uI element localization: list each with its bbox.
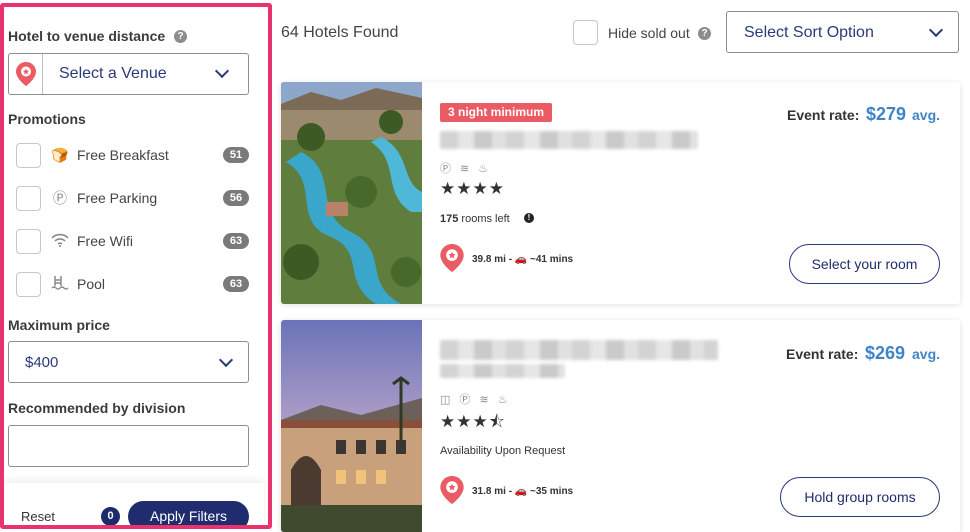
promo-row-pool[interactable]: Pool 63 (16, 271, 249, 297)
hotel-name-redacted[interactable] (440, 131, 698, 149)
hotel-name-redacted[interactable] (440, 340, 718, 360)
rate-price: $269 (865, 343, 906, 363)
amenity-icons: ◫ Ⓟ ≋ ♨ (440, 394, 511, 406)
wifi-checkbox[interactable] (16, 228, 41, 254)
location-pin-icon (15, 62, 36, 86)
hide-sold-out-checkbox[interactable] (573, 20, 598, 45)
chevron-down-icon (214, 63, 230, 79)
location-pin-icon (440, 476, 464, 504)
rate-label: Event rate: (787, 107, 860, 123)
promo-label: Free Wifi (77, 233, 133, 249)
results-count: 64 Hotels Found (281, 24, 399, 41)
help-icon[interactable]: ? (174, 30, 187, 43)
rooms-left: 175 rooms left (440, 213, 510, 225)
rooms-left-suffix: rooms left (461, 213, 510, 225)
hotel-card: ◫ Ⓟ ≋ ♨ ★★★⯪ Availability Upon Request 3… (281, 320, 960, 532)
select-room-button[interactable]: Select your room (789, 244, 940, 284)
wifi-icon (50, 233, 70, 250)
breakfast-checkbox[interactable] (16, 142, 41, 168)
distance-text: 39.8 mi - 🚗 ~41 mins (472, 254, 574, 265)
promo-row-breakfast[interactable]: 🍞 Free Breakfast 51 (16, 142, 249, 168)
venue-pin-box (9, 54, 43, 94)
chevron-down-icon (218, 352, 234, 368)
minimum-stay-badge: 3 night minimum (440, 103, 552, 122)
active-filter-count: 0 (101, 507, 120, 525)
hotel-photo[interactable] (281, 82, 422, 304)
info-icon[interactable]: ! (524, 213, 534, 223)
rate-price: $279 (866, 104, 907, 124)
hotel-card: 3 night minimum Ⓟ ≋ ♨ ★★★★ 175 rooms lef… (281, 82, 960, 304)
star-rating: ★★★⯪ (440, 412, 506, 431)
pool-icon (50, 275, 70, 294)
availability-text: Availability Upon Request (440, 445, 566, 457)
count-badge: 56 (223, 190, 249, 206)
max-price-value: $400 (25, 354, 59, 371)
venue-select[interactable]: Select a Venue (8, 53, 249, 95)
division-title: Recommended by division (8, 400, 186, 416)
hotel-name-redacted-line2 (440, 364, 565, 378)
distance-filter-title: Hotel to venue distance (8, 28, 166, 44)
star-rating: ★★★★ (440, 179, 505, 198)
rate-label: Event rate: (786, 346, 859, 362)
apply-filters-button[interactable]: Apply Filters (128, 501, 249, 525)
count-badge: 63 (223, 276, 249, 292)
amenity-icons: Ⓟ ≋ ♨ (440, 163, 492, 175)
location-pin-icon (440, 244, 464, 272)
promo-row-wifi[interactable]: Free Wifi 63 (16, 228, 249, 254)
hide-sold-out-label: Hide sold out (608, 25, 690, 41)
parking-icon: Ⓟ (53, 190, 67, 206)
help-icon[interactable]: ? (698, 27, 711, 40)
count-badge: 51 (223, 147, 249, 163)
rate-avg: avg. (912, 107, 941, 123)
division-input[interactable] (8, 425, 249, 467)
reset-button[interactable]: Reset (21, 509, 55, 524)
promo-label: Free Breakfast (77, 147, 169, 163)
distance-text: 31.8 mi - 🚗 ~35 mins (472, 486, 574, 497)
venue-select-label: Select a Venue (59, 65, 167, 82)
breakfast-icon: 🍞 (51, 146, 69, 163)
chevron-down-icon (928, 22, 944, 38)
filters-sidebar: Hotel to venue distance ? Select a Venue… (0, 3, 272, 529)
sort-select[interactable]: Select Sort Option (726, 11, 959, 53)
pool-checkbox[interactable] (16, 271, 41, 297)
filters-footer: Reset 0 Apply Filters (4, 483, 264, 525)
max-price-title: Maximum price (8, 317, 110, 333)
sort-select-label: Select Sort Option (744, 24, 874, 41)
promotions-title: Promotions (8, 111, 86, 127)
promo-row-parking[interactable]: Ⓟ Free Parking 56 (16, 185, 249, 211)
rate-avg: avg. (912, 346, 941, 362)
max-price-select[interactable]: $400 (8, 341, 249, 383)
promo-label: Pool (77, 276, 106, 292)
parking-checkbox[interactable] (16, 185, 41, 211)
hotel-photo[interactable] (281, 320, 422, 532)
promo-label: Free Parking (77, 190, 158, 206)
hold-group-rooms-button[interactable]: Hold group rooms (780, 477, 940, 517)
count-badge: 63 (223, 233, 249, 249)
rooms-left-count: 175 (440, 213, 459, 225)
